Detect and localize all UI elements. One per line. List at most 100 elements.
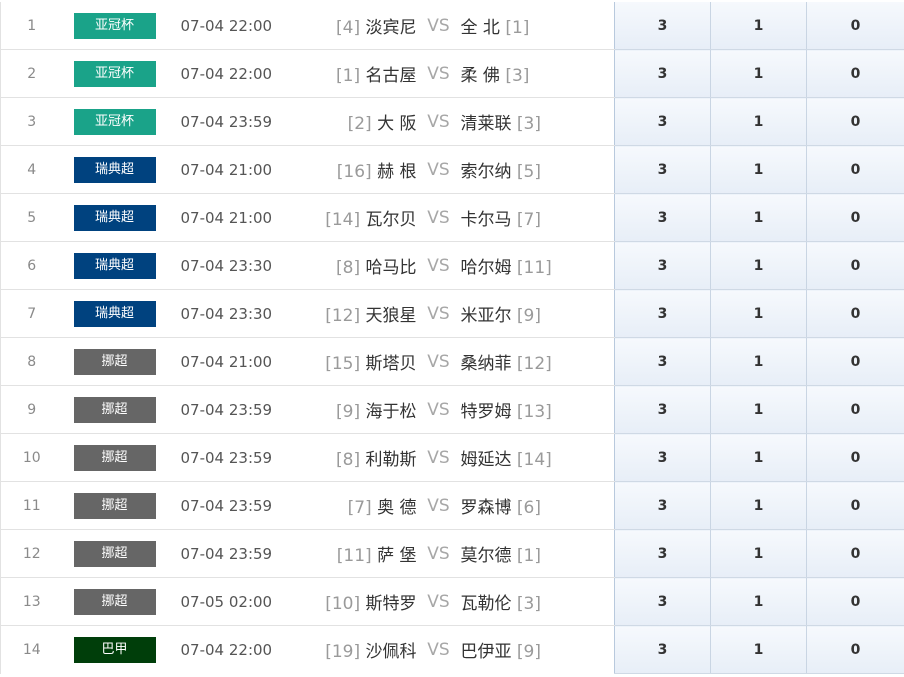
table-row: 1亚冠杯07-04 22:00[4] 淡宾尼VS全 北 [1]310 [1, 2, 904, 50]
league-badge[interactable]: 挪超 [74, 589, 156, 615]
away-team-rank: [7] [517, 210, 541, 230]
home-team-rank: [8] [336, 258, 360, 278]
pick-win-button[interactable]: 3 [615, 338, 711, 386]
home-team-name: 奥 德 [377, 498, 416, 518]
pick-win-button[interactable]: 3 [615, 578, 711, 626]
pick-draw-button[interactable]: 1 [711, 626, 807, 674]
pick-draw-button[interactable]: 1 [711, 2, 807, 50]
league-badge[interactable]: 挪超 [74, 445, 156, 471]
match-time: 07-04 21:00 [167, 338, 299, 386]
pick-lose-button[interactable]: 0 [807, 386, 904, 434]
league-badge[interactable]: 亚冠杯 [74, 13, 156, 39]
pick-draw-button[interactable]: 1 [711, 386, 807, 434]
pick-draw-button[interactable]: 1 [711, 146, 807, 194]
pick-lose-button[interactable]: 0 [807, 530, 904, 578]
match-time: 07-04 23:59 [167, 386, 299, 434]
table-row: 8挪超07-04 21:00[15] 斯塔贝VS桑纳菲 [12]310 [1, 338, 904, 386]
pick-lose-button[interactable]: 0 [807, 194, 904, 242]
home-team-name: 赫 根 [377, 162, 416, 182]
match-time: 07-04 22:00 [167, 2, 299, 50]
pick-draw-button[interactable]: 1 [711, 482, 807, 530]
away-team-name: 巴伊亚 [461, 642, 512, 662]
table-row: 9挪超07-04 23:59[9] 海于松VS特罗姆 [13]310 [1, 386, 904, 434]
pick-lose-button[interactable]: 0 [807, 50, 904, 98]
pick-draw-button[interactable]: 1 [711, 530, 807, 578]
pick-win-button[interactable]: 3 [615, 50, 711, 98]
league-badge[interactable]: 挪超 [74, 541, 156, 567]
league-cell: 挪超 [63, 530, 167, 578]
away-team-rank: [9] [517, 642, 541, 662]
pick-draw-button[interactable]: 1 [711, 50, 807, 98]
match-time: 07-04 23:59 [167, 482, 299, 530]
match-list: 1亚冠杯07-04 22:00[4] 淡宾尼VS全 北 [1]3102亚冠杯07… [1, 2, 904, 674]
league-cell: 挪超 [63, 482, 167, 530]
pick-win-button[interactable]: 3 [615, 290, 711, 338]
pick-draw-button[interactable]: 1 [711, 98, 807, 146]
league-cell: 亚冠杯 [63, 2, 167, 50]
pick-win-button[interactable]: 3 [615, 2, 711, 50]
away-team-rank: [13] [517, 402, 552, 422]
league-badge[interactable]: 瑞典超 [74, 301, 156, 327]
league-badge[interactable]: 亚冠杯 [74, 61, 156, 87]
table-row: 3亚冠杯07-04 23:59[2] 大 阪VS清莱联 [3]310 [1, 98, 904, 146]
pick-draw-button[interactable]: 1 [711, 242, 807, 290]
pick-win-button[interactable]: 3 [615, 626, 711, 674]
vs-label: VS [417, 98, 461, 146]
league-badge[interactable]: 瑞典超 [74, 157, 156, 183]
pick-win-button[interactable]: 3 [615, 482, 711, 530]
away-team-cell: 瓦勒伦 [3] [461, 578, 615, 626]
pick-win-button[interactable]: 3 [615, 146, 711, 194]
league-badge[interactable]: 挪超 [74, 349, 156, 375]
vs-label: VS [417, 290, 461, 338]
home-team-name: 名古屋 [366, 66, 417, 86]
pick-win-button[interactable]: 3 [615, 242, 711, 290]
match-number: 12 [1, 530, 63, 578]
vs-label: VS [417, 386, 461, 434]
pick-win-button[interactable]: 3 [615, 98, 711, 146]
pick-lose-button[interactable]: 0 [807, 2, 904, 50]
away-team-name: 索尔纳 [461, 162, 512, 182]
pick-draw-button[interactable]: 1 [711, 578, 807, 626]
home-team-cell: [2] 大 阪 [299, 98, 417, 146]
vs-label: VS [417, 194, 461, 242]
pick-lose-button[interactable]: 0 [807, 146, 904, 194]
league-cell: 挪超 [63, 434, 167, 482]
match-number: 7 [1, 290, 63, 338]
home-team-name: 天狼星 [366, 306, 417, 326]
league-badge[interactable]: 瑞典超 [74, 253, 156, 279]
pick-win-button[interactable]: 3 [615, 194, 711, 242]
pick-lose-button[interactable]: 0 [807, 290, 904, 338]
pick-lose-button[interactable]: 0 [807, 626, 904, 674]
pick-lose-button[interactable]: 0 [807, 578, 904, 626]
home-team-cell: [9] 海于松 [299, 386, 417, 434]
pick-lose-button[interactable]: 0 [807, 338, 904, 386]
pick-draw-button[interactable]: 1 [711, 290, 807, 338]
home-team-cell: [11] 萨 堡 [299, 530, 417, 578]
league-cell: 瑞典超 [63, 242, 167, 290]
league-badge[interactable]: 亚冠杯 [74, 109, 156, 135]
pick-win-button[interactable]: 3 [615, 434, 711, 482]
pick-draw-button[interactable]: 1 [711, 434, 807, 482]
pick-win-button[interactable]: 3 [615, 530, 711, 578]
match-number: 5 [1, 194, 63, 242]
league-badge[interactable]: 挪超 [74, 397, 156, 423]
pick-draw-button[interactable]: 1 [711, 338, 807, 386]
pick-win-button[interactable]: 3 [615, 386, 711, 434]
pick-lose-button[interactable]: 0 [807, 482, 904, 530]
pick-lose-button[interactable]: 0 [807, 242, 904, 290]
vs-label: VS [417, 242, 461, 290]
pick-lose-button[interactable]: 0 [807, 434, 904, 482]
away-team-name: 全 北 [461, 18, 500, 38]
home-team-cell: [12] 天狼星 [299, 290, 417, 338]
away-team-name: 桑纳菲 [461, 354, 512, 374]
pick-lose-button[interactable]: 0 [807, 98, 904, 146]
home-team-name: 哈马比 [366, 258, 417, 278]
league-badge[interactable]: 巴甲 [74, 637, 156, 663]
away-team-cell: 姆延达 [14] [461, 434, 615, 482]
league-badge[interactable]: 瑞典超 [74, 205, 156, 231]
match-number: 10 [1, 434, 63, 482]
pick-draw-button[interactable]: 1 [711, 194, 807, 242]
league-badge[interactable]: 挪超 [74, 493, 156, 519]
home-team-rank: [4] [336, 18, 360, 38]
away-team-cell: 巴伊亚 [9] [461, 626, 615, 674]
